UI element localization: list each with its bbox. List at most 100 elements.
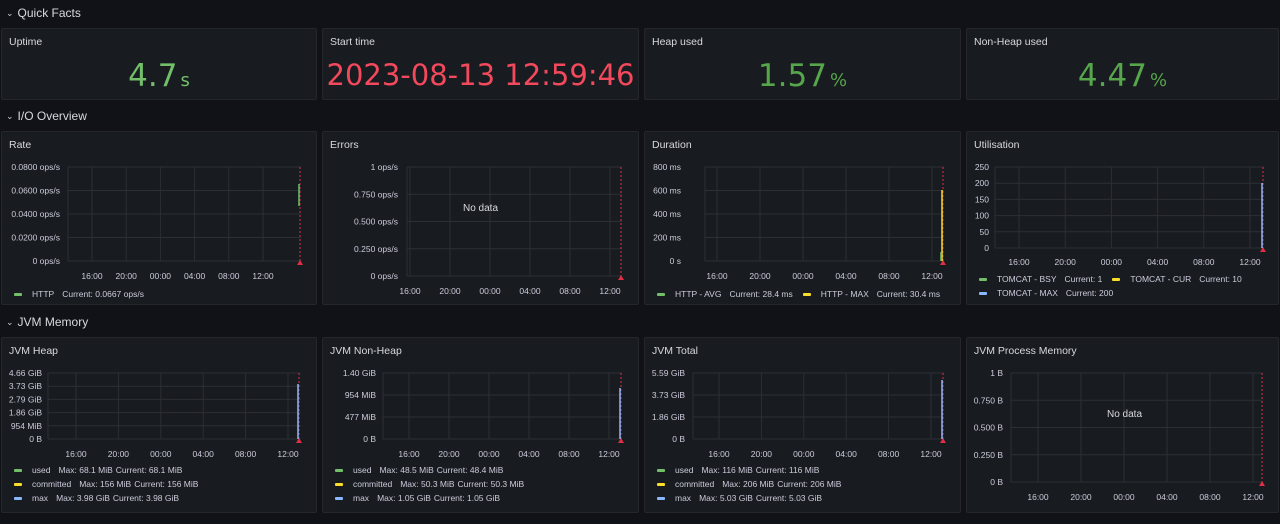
legend-item[interactable]: HTTP Current: 0.0667 ops/s	[14, 289, 144, 299]
row-io-overview[interactable]: ⌄ I/O Overview	[6, 109, 87, 123]
y-tick-label: 0.250 ops/s	[354, 244, 398, 254]
y-tick-label: 0.0400 ops/s	[11, 209, 60, 219]
stat-number: 4.47	[1077, 58, 1147, 94]
legend-item[interactable]: committed Max: 206 MiB Current: 206 MiB	[657, 479, 841, 489]
x-tick-label: 00:00	[792, 271, 814, 281]
legend-series-name: TOMCAT - CUR	[1130, 274, 1192, 284]
x-tick-label: 00:00	[478, 449, 500, 459]
y-tick-label: 0.750 B	[974, 395, 1004, 405]
row-jvm-memory[interactable]: ⌄ JVM Memory	[6, 315, 88, 329]
panel-duration[interactable]: Duration 800 ms 600 ms 400 ms 200 ms 0 s 16:0…	[644, 131, 961, 305]
legend-max: Max: 116 MiB	[701, 465, 753, 475]
jvm-process-chart: 1 B 0.750 B 0.500 B 0.250 B 0 B 16:00 20:00 00:…	[974, 368, 1265, 502]
chevron-down-icon: ⌄	[6, 7, 14, 18]
row-quick-facts[interactable]: ⌄ Quick Facts	[6, 6, 81, 20]
legend-swatch	[1112, 277, 1121, 281]
x-tick-label: 12:00	[252, 271, 274, 281]
legend-item[interactable]: used Max: 48.5 MiB Current: 48.4 MiB	[335, 465, 503, 475]
legend-swatch	[14, 468, 22, 472]
legend-item[interactable]: max Max: 1.05 GiB Current: 1.05 GiB	[335, 493, 500, 503]
x-tick-label: 00:00	[1101, 257, 1123, 267]
legend-swatch	[335, 482, 343, 486]
x-tick-label: 00:00	[150, 449, 172, 459]
legend-series-name: HTTP - AVG	[675, 289, 722, 299]
x-tick-label: 08:00	[235, 449, 257, 459]
legend-series-name: TOMCAT - MAX	[997, 288, 1058, 298]
row-title: JVM Memory	[17, 315, 89, 329]
legend-series-name: used	[353, 465, 372, 475]
y-tick-label: 954 MiB	[11, 421, 43, 431]
x-tick-label: 20:00	[108, 449, 130, 459]
y-tick-label: 1 B	[990, 368, 1003, 378]
legend-item[interactable]: HTTP - AVG Current: 28.4 ms	[657, 289, 793, 299]
stat-value: 1.57%	[645, 58, 960, 94]
x-tick-label: 04:00	[1156, 492, 1178, 502]
panel-rate[interactable]: Rate 0.0800 ops/s 0.0600 ops/s 0.0400 ops/…	[1, 131, 317, 305]
panel-start-time[interactable]: Start time 2023-08-13 12:59:46	[322, 28, 639, 100]
x-tick-label: 20:00	[1070, 492, 1092, 502]
legend-swatch	[979, 291, 987, 295]
legend-item[interactable]: committed Max: 156 MiB Current: 156 MiB	[14, 479, 198, 489]
x-tick-label: 16:00	[1008, 257, 1030, 267]
x-tick-label: 20:00	[438, 449, 460, 459]
legend-swatch	[14, 496, 22, 500]
panel-heap-used[interactable]: Heap used 1.57%	[644, 28, 961, 100]
legend-item[interactable]: max Max: 5.03 GiB Current: 5.03 GiB	[657, 493, 822, 503]
y-tick-label: 477 MiB	[345, 412, 377, 422]
x-tick-label: 20:00	[116, 271, 138, 281]
stat-value: 4.47%	[967, 58, 1278, 94]
panel-jvm-heap[interactable]: JVM Heap 4.66 GiB 3.73 GiB 2.79 GiB 1.86 Gi…	[1, 337, 317, 513]
y-tick-label: 5.59 GiB	[652, 368, 685, 378]
legend: TOMCAT - BSY Current: 1 TOMCAT - CUR Curre…	[979, 272, 1252, 300]
panel-errors[interactable]: Errors 1 ops/s 0.750 ops/s 0.500 ops/s 0.25…	[322, 131, 639, 305]
x-tick-label: 08:00	[558, 449, 580, 459]
legend-series-name: max	[675, 493, 692, 503]
legend-current: Current: 116 MiB	[755, 465, 820, 475]
y-tick-label: 0	[984, 243, 989, 253]
x-tick-label: 12:00	[277, 449, 299, 459]
x-tick-label: 08:00	[878, 449, 900, 459]
y-tick-label: 3.73 GiB	[9, 381, 42, 391]
panel-utilisation[interactable]: Utilisation 250 200 150 100 50 0 16:00 20:00 00:…	[966, 131, 1279, 305]
y-tick-label: 0 B	[990, 477, 1003, 487]
legend-swatch	[657, 482, 665, 486]
y-tick-label: 800 ms	[653, 162, 681, 172]
y-tick-label: 1 ops/s	[371, 162, 398, 172]
legend-current: Current: 28.4 ms	[729, 289, 793, 299]
legend-swatch	[14, 482, 22, 486]
legend-swatch	[14, 292, 22, 296]
y-tick-label: 0.250 B	[974, 450, 1004, 460]
legend-item[interactable]: TOMCAT - MAX Current: 200	[979, 288, 1113, 298]
x-tick-label: 16:00	[706, 271, 728, 281]
rate-chart: 0.0800 ops/s 0.0600 ops/s 0.0400 ops/s 0.02…	[11, 162, 303, 281]
legend-series-name: max	[32, 493, 49, 503]
legend-max: Max: 3.98 GiB	[56, 493, 110, 503]
panel-jvm-process-memory[interactable]: JVM Process Memory 1 B 0.750 B 0.500 B 0.25…	[966, 337, 1279, 513]
x-tick-label: 04:00	[193, 449, 215, 459]
x-tick-label: 16:00	[81, 271, 103, 281]
legend-item[interactable]: HTTP - MAX Current: 30.4 ms	[802, 289, 940, 299]
x-tick-label: 20:00	[439, 286, 461, 296]
panel-nonheap-used[interactable]: Non-Heap used 4.47%	[966, 28, 1279, 100]
legend-item[interactable]: TOMCAT - CUR Current: 10	[1112, 274, 1242, 284]
stat-value: 2023-08-13 12:59:46	[326, 58, 635, 92]
legend-item[interactable]: used Max: 116 MiB Current: 116 MiB	[657, 465, 819, 475]
panel-jvm-nonheap[interactable]: JVM Non-Heap 1.40 GiB 954 MiB 477 MiB 0 B 16…	[322, 337, 639, 513]
panel-title: Start time	[330, 36, 375, 48]
legend-item[interactable]: max Max: 3.98 GiB Current: 3.98 GiB	[14, 493, 179, 503]
legend-max: Max: 68.1 MiB	[58, 465, 113, 475]
legend-item[interactable]: committed Max: 50.3 MiB Current: 50.3 MiB	[335, 479, 524, 489]
panel-uptime[interactable]: Uptime 4.7 s	[1, 28, 317, 100]
x-tick-label: 12:00	[598, 449, 620, 459]
y-tick-label: 0.0800 ops/s	[11, 162, 60, 172]
legend-series-name: used	[32, 465, 51, 475]
legend: used Max: 116 MiB Current: 116 MiB committ…	[657, 463, 851, 505]
legend-item[interactable]: used Max: 68.1 MiB Current: 68.1 MiB	[14, 465, 182, 475]
legend-current: Current: 68.1 MiB	[115, 465, 183, 475]
y-tick-label: 150	[975, 194, 989, 204]
legend-item[interactable]: TOMCAT - BSY Current: 1	[979, 274, 1102, 284]
legend-current: Current: 5.03 GiB	[755, 493, 823, 503]
y-tick-label: 200	[975, 178, 989, 188]
legend-current: Current: 48.4 MiB	[436, 465, 504, 475]
panel-jvm-total[interactable]: JVM Total 5.59 GiB 3.73 GiB 1.86 GiB 0 B 16:…	[644, 337, 961, 513]
